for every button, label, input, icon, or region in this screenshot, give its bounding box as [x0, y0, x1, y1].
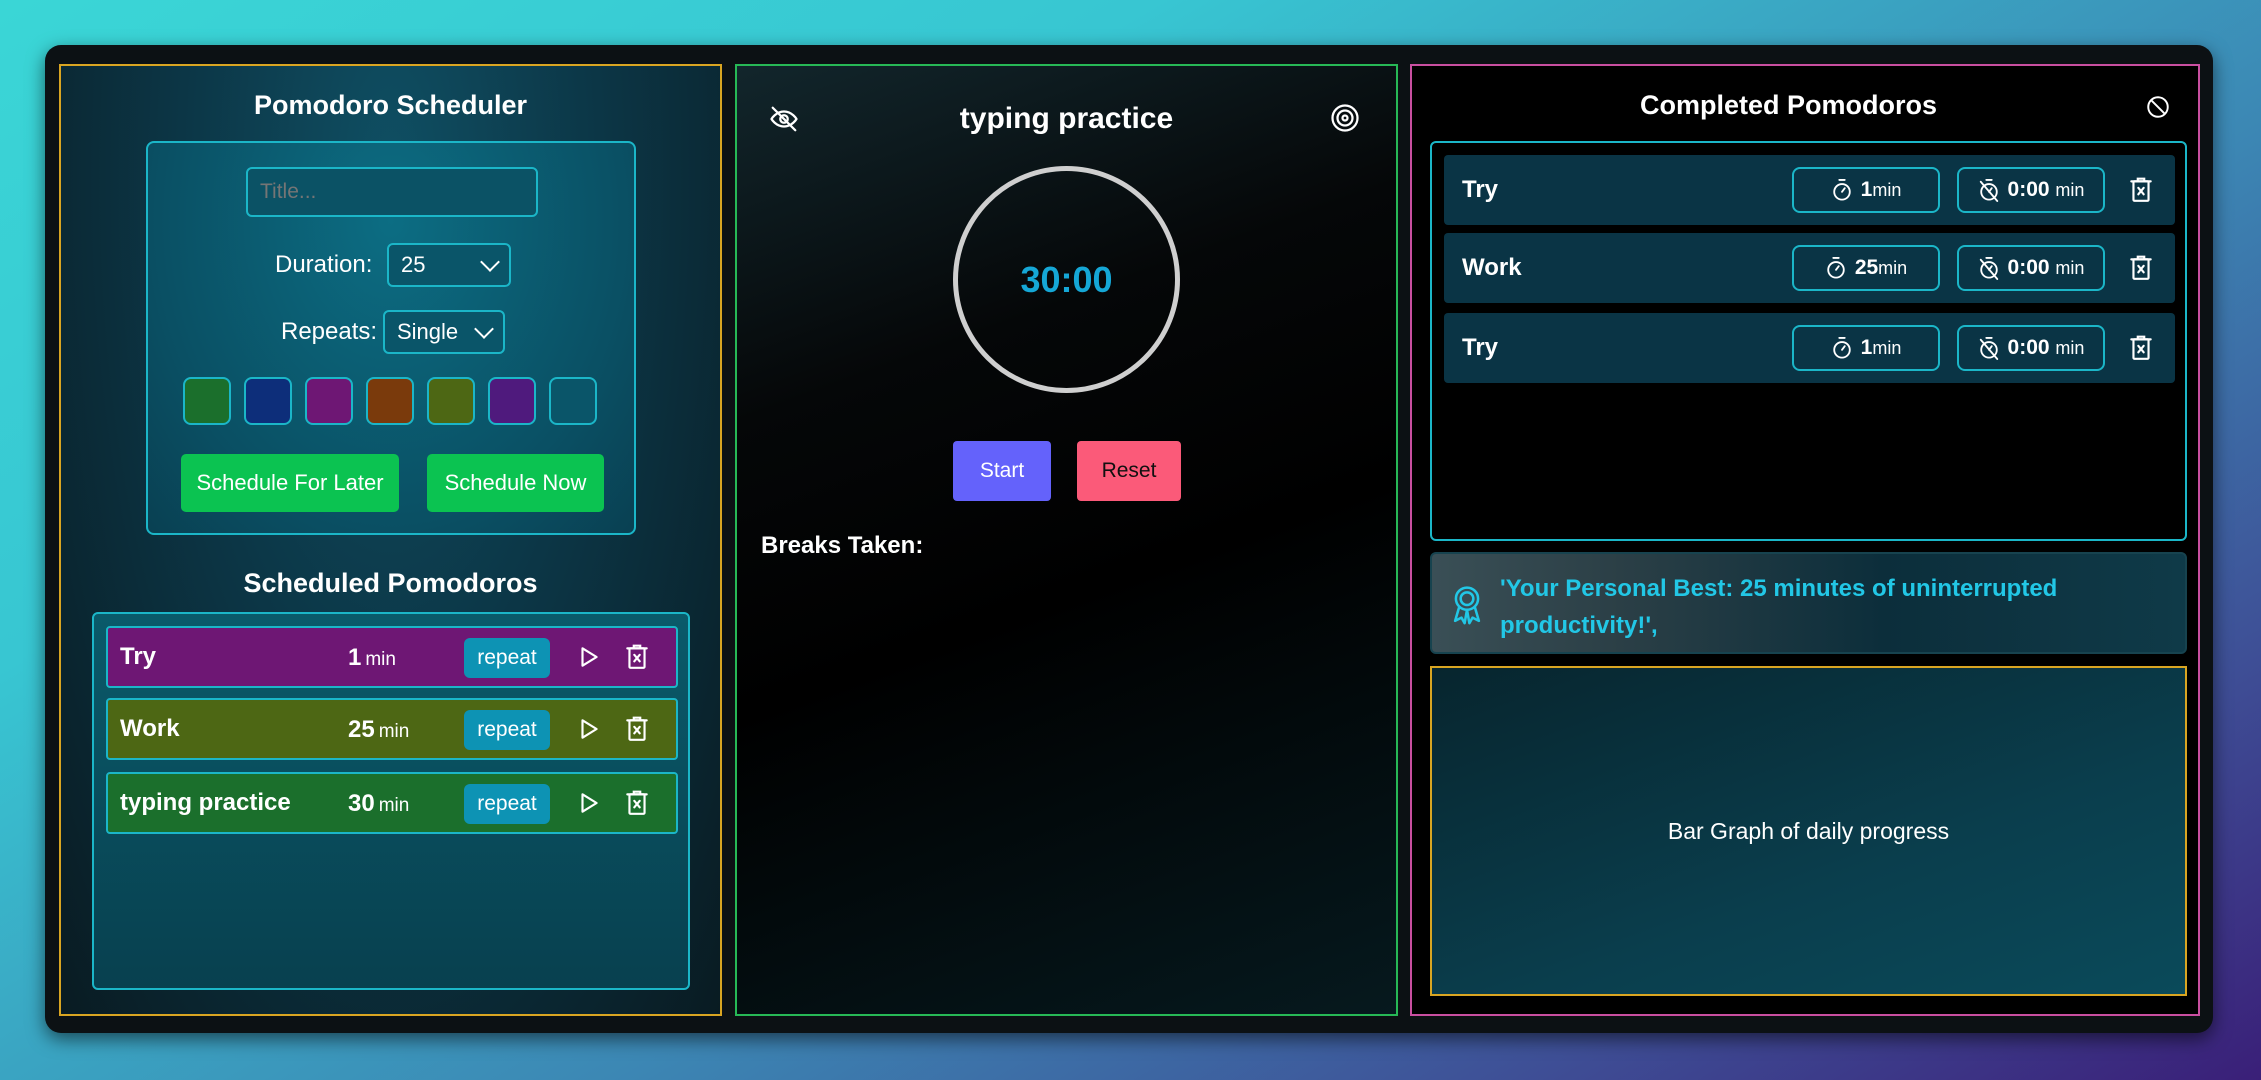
scheduled-heading: Scheduled Pomodoros: [243, 568, 538, 598]
target-icon[interactable]: [1328, 101, 1362, 135]
schedule-later-button[interactable]: Schedule For Later: [181, 454, 399, 512]
timer-off-icon: [1978, 336, 2000, 360]
break-time-pill: 0:00 min: [1957, 325, 2105, 371]
scheduled-title: Try: [120, 643, 157, 670]
trash-icon[interactable]: [622, 788, 652, 818]
completed-title: Work: [1462, 254, 1522, 281]
completed-heading: Completed Pomodoros: [1639, 90, 1937, 120]
timer-ring: 30:00: [953, 166, 1180, 393]
duration-pill: 1min: [1792, 167, 1940, 213]
duration-label: Duration:: [275, 251, 373, 278]
scheduled-list: Try 1 min repeat Work 25 min repeat typing pract…: [92, 612, 690, 990]
scheduled-row: Work 25 min repeat: [106, 698, 678, 760]
play-icon[interactable]: [574, 788, 604, 818]
timer-icon: [1831, 336, 1853, 360]
scheduler-heading: Pomodoro Scheduler: [253, 90, 528, 120]
repeat-button[interactable]: repeat: [464, 638, 550, 678]
duration-select[interactable]: 25: [387, 243, 511, 287]
scheduled-row: typing practice 30 min repeat: [106, 772, 678, 834]
color-swatch[interactable]: [366, 377, 414, 425]
trash-icon[interactable]: [622, 642, 652, 672]
breaks-taken-label: Breaks Taken:: [761, 532, 924, 559]
trash-icon[interactable]: [622, 714, 652, 744]
timer-icon: [1831, 178, 1853, 202]
timer-off-icon: [1978, 178, 2000, 202]
reset-button[interactable]: Reset: [1077, 441, 1181, 501]
trash-icon[interactable]: [2126, 333, 2156, 363]
play-icon[interactable]: [574, 642, 604, 672]
duration-pill: 25min: [1792, 245, 1940, 291]
repeat-button[interactable]: repeat: [464, 784, 550, 824]
timer-off-icon: [1978, 256, 2000, 280]
personal-best-text: 'Your Personal Best: 25 minutes of unint…: [1500, 575, 2058, 639]
timer-icon: [1825, 256, 1847, 280]
completed-row: Try 1min 0:00 min: [1444, 313, 2175, 383]
scheduled-duration: 25 min: [348, 716, 410, 743]
personal-best-banner: 'Your Personal Best: 25 minutes of unint…: [1430, 552, 2187, 654]
play-icon[interactable]: [574, 714, 604, 744]
app-window: Pomodoro Scheduler Duration: 25 Repeats:…: [45, 45, 2213, 1033]
scheduled-row: Try 1 min repeat: [106, 626, 678, 688]
chevron-down-icon: [474, 319, 494, 339]
chevron-down-icon: [480, 252, 500, 272]
timer-display: 30:00: [1020, 258, 1113, 300]
repeats-value: Single: [397, 319, 459, 344]
timer-title: typing practice: [959, 102, 1174, 135]
color-swatch[interactable]: [427, 377, 475, 425]
color-swatch[interactable]: [488, 377, 536, 425]
break-time-pill: 0:00 min: [1957, 245, 2105, 291]
repeats-label: Repeats:: [281, 318, 378, 345]
completed-title: Try: [1462, 334, 1499, 361]
scheduler-panel: Pomodoro Scheduler Duration: 25 Repeats:…: [59, 64, 722, 1016]
scheduled-duration: 30 min: [348, 790, 410, 817]
repeat-button[interactable]: repeat: [464, 710, 550, 750]
trash-icon[interactable]: [2126, 175, 2156, 205]
completed-list: Try 1min 0:00 min Work 25min 0:00 min Try 1min 0…: [1430, 141, 2187, 541]
repeats-select[interactable]: Single: [383, 310, 505, 354]
break-time-pill: 0:00 min: [1957, 167, 2105, 213]
trash-icon[interactable]: [2126, 253, 2156, 283]
scheduled-title: typing practice: [120, 789, 291, 816]
daily-progress-graph: Bar Graph of daily progress: [1430, 666, 2187, 996]
color-swatch[interactable]: [549, 377, 597, 425]
completed-panel: Completed Pomodoros Try 1min 0:00 min Work 2…: [1410, 64, 2200, 1016]
start-button[interactable]: Start: [953, 441, 1051, 501]
timer-panel: typing practice 30:00 Start Reset Breaks…: [735, 64, 1398, 1016]
duration-pill: 1min: [1792, 325, 1940, 371]
graph-placeholder-text: Bar Graph of daily progress: [1667, 817, 1950, 844]
scheduled-duration: 1 min: [348, 644, 396, 671]
color-swatch[interactable]: [305, 377, 353, 425]
duration-value: 25: [401, 252, 426, 277]
scheduled-title: Work: [120, 715, 180, 742]
schedule-form: Duration: 25 Repeats: Single Schedule Fo…: [146, 141, 636, 535]
award-icon: [1448, 584, 1486, 631]
completed-row: Work 25min 0:00 min: [1444, 233, 2175, 303]
schedule-now-button[interactable]: Schedule Now: [427, 454, 604, 512]
clear-all-icon[interactable]: [2143, 92, 2173, 122]
title-input[interactable]: [246, 167, 538, 217]
color-swatch[interactable]: [244, 377, 292, 425]
completed-row: Try 1min 0:00 min: [1444, 155, 2175, 225]
completed-title: Try: [1462, 176, 1499, 203]
color-swatch[interactable]: [183, 377, 231, 425]
